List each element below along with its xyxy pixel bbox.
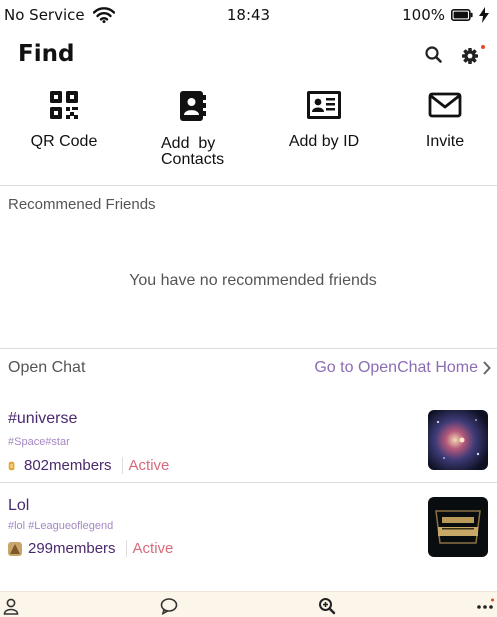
bottom-nav bbox=[0, 591, 497, 617]
gear-icon bbox=[462, 48, 478, 64]
status-bar: No Service 18:43 100% bbox=[0, 0, 497, 32]
chat-tags: #lol #Leagueoflegend bbox=[8, 520, 114, 532]
charging-bolt-icon bbox=[479, 7, 489, 23]
search-icon bbox=[425, 46, 442, 63]
chat-tags: #Space#star bbox=[8, 436, 70, 448]
status-badge: Active bbox=[132, 540, 174, 557]
chat-name: #universe bbox=[8, 410, 78, 427]
chat-meta: 802members Active bbox=[8, 457, 169, 474]
qr-code-icon bbox=[50, 91, 78, 119]
chat-meta: 299members Active bbox=[8, 540, 173, 557]
battery-icon bbox=[451, 9, 473, 21]
open-chat-home-link[interactable]: Go to OpenChat Home bbox=[314, 359, 491, 377]
qr-code-label: QR Code bbox=[30, 133, 98, 150]
add-by-contacts-label: Add by Contacts bbox=[161, 135, 225, 168]
recommended-title: Recommened Friends bbox=[8, 196, 156, 213]
nav-more[interactable] bbox=[476, 597, 494, 615]
notification-dot bbox=[481, 45, 485, 49]
nav-chats[interactable] bbox=[160, 597, 178, 616]
chat-bubble-icon bbox=[160, 598, 178, 616]
list-item[interactable]: Lol #lol #Leagueoflegend 299members Acti… bbox=[0, 497, 497, 583]
league-of-legends-logo bbox=[428, 497, 488, 557]
member-count: 802members bbox=[24, 457, 112, 474]
person-icon bbox=[3, 598, 19, 615]
separator bbox=[125, 540, 127, 557]
header: Find bbox=[0, 38, 497, 74]
add-by-id-label: Add by ID bbox=[288, 133, 360, 150]
qr-code-button[interactable]: QR Code bbox=[22, 90, 106, 150]
divider bbox=[0, 348, 497, 349]
battery-percent: 100% bbox=[402, 6, 445, 24]
invite-label: Invite bbox=[425, 133, 465, 150]
open-chat-home-label: Go to OpenChat Home bbox=[314, 359, 478, 376]
more-icon bbox=[477, 598, 494, 609]
open-chat-title: Open Chat bbox=[8, 359, 86, 376]
divider bbox=[0, 185, 497, 186]
chevron-right-icon bbox=[483, 361, 491, 375]
id-card-icon bbox=[307, 91, 341, 119]
owner-avatar bbox=[8, 461, 15, 470]
envelope-icon bbox=[428, 92, 462, 118]
invite-button[interactable]: Invite bbox=[404, 90, 486, 150]
add-by-id-button[interactable]: Add by ID bbox=[278, 90, 370, 150]
settings-button[interactable] bbox=[459, 44, 485, 66]
contacts-book-icon bbox=[180, 91, 206, 121]
separator bbox=[121, 457, 123, 474]
member-count: 299members bbox=[28, 540, 116, 557]
quick-actions: QR Code Add by Contacts Add by ID Invite bbox=[0, 90, 497, 176]
owner-avatar bbox=[8, 541, 22, 556]
status-badge: Active bbox=[128, 457, 170, 474]
search-button[interactable] bbox=[423, 44, 445, 66]
nav-friends[interactable] bbox=[2, 597, 20, 615]
page-title: Find bbox=[18, 41, 75, 67]
find-icon bbox=[319, 598, 336, 615]
divider bbox=[0, 482, 497, 483]
galaxy-thumbnail bbox=[428, 410, 488, 470]
chat-name: Lol bbox=[8, 497, 30, 514]
list-item[interactable]: #universe #Space#star 802members Active bbox=[0, 410, 497, 496]
empty-recommendations: You have no recommended friends bbox=[129, 272, 377, 289]
status-right: 100% bbox=[402, 6, 489, 24]
nav-find[interactable] bbox=[318, 597, 336, 615]
add-by-contacts-button[interactable]: Add by Contacts bbox=[150, 90, 234, 168]
